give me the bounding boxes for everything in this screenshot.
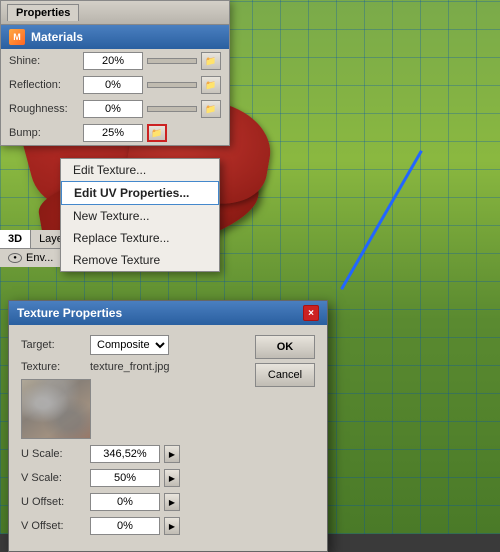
new-texture-item[interactable]: New Texture... (61, 205, 219, 227)
bump-row: Bump: 📁 (1, 121, 229, 145)
replace-texture-item[interactable]: Replace Texture... (61, 227, 219, 249)
edit-texture-item[interactable]: Edit Texture... (61, 159, 219, 181)
roughness-slider[interactable] (147, 106, 197, 112)
ok-button[interactable]: OK (255, 335, 315, 359)
texture-row: Texture: texture_front.jpg (21, 361, 245, 373)
vscale-label: V Scale: (21, 472, 86, 484)
target-label: Target: (21, 339, 86, 351)
uscale-label: U Scale: (21, 448, 86, 460)
uoffset-arrow[interactable]: ▶ (164, 493, 180, 511)
shine-slider[interactable] (147, 58, 197, 64)
visibility-icon[interactable]: ● (8, 253, 22, 263)
voffset-label: V Offset: (21, 520, 86, 532)
shine-folder-btn[interactable]: 📁 (201, 52, 221, 70)
edit-uv-item[interactable]: Edit UV Properties... (61, 181, 219, 205)
target-select[interactable]: Composite (90, 335, 169, 355)
reflection-label: Reflection: (9, 79, 79, 91)
texture-preview (21, 379, 91, 439)
shine-label: Shine: (9, 55, 79, 67)
tab-3d[interactable]: 3D (0, 230, 31, 248)
texture-label: Texture: (21, 361, 86, 373)
bump-label: Bump: (9, 127, 79, 139)
roughness-label: Roughness: (9, 103, 79, 115)
dialog-body: Target: Composite Texture: texture_front… (9, 325, 327, 551)
dialog-buttons: OK Cancel (255, 335, 315, 541)
materials-icon: M (9, 29, 25, 45)
panel-header: Properties (1, 1, 229, 25)
uscale-row: U Scale: ▶ (21, 445, 245, 463)
materials-header: M Materials (1, 25, 229, 49)
env-label: Env... (26, 252, 53, 264)
reflection-slider[interactable] (147, 82, 197, 88)
reflection-row: Reflection: 📁 (1, 73, 229, 97)
uoffset-row: U Offset: ▶ (21, 493, 245, 511)
dialog-title: Texture Properties (17, 306, 122, 320)
roughness-row: Roughness: 📁 (1, 97, 229, 121)
axis-line (340, 150, 423, 290)
shine-row: Shine: 📁 (1, 49, 229, 73)
properties-panel: Properties M Materials Shine: 📁 Reflecti… (0, 0, 230, 146)
properties-tab[interactable]: Properties (7, 4, 79, 21)
vscale-input[interactable] (90, 469, 160, 487)
reflection-folder-btn[interactable]: 📁 (201, 76, 221, 94)
materials-label: Materials (31, 30, 83, 44)
voffset-row: V Offset: ▶ (21, 517, 245, 535)
remove-texture-item[interactable]: Remove Texture (61, 249, 219, 271)
uscale-arrow[interactable]: ▶ (164, 445, 180, 463)
dialog-close-button[interactable]: × (303, 305, 319, 321)
voffset-arrow[interactable]: ▶ (164, 517, 180, 535)
vscale-arrow[interactable]: ▶ (164, 469, 180, 487)
uscale-input[interactable] (90, 445, 160, 463)
texture-properties-dialog: Texture Properties × Target: Composite T… (8, 300, 328, 552)
roughness-folder-btn[interactable]: 📁 (201, 100, 221, 118)
bump-folder-btn[interactable]: 📁 (147, 124, 167, 142)
voffset-input[interactable] (90, 517, 160, 535)
dialog-form: Target: Composite Texture: texture_front… (21, 335, 245, 541)
roughness-input[interactable] (83, 100, 143, 118)
context-menu: Edit Texture... Edit UV Properties... Ne… (60, 158, 220, 272)
texture-preview-image (22, 380, 90, 438)
cancel-button[interactable]: Cancel (255, 363, 315, 387)
dialog-titlebar: Texture Properties × (9, 301, 327, 325)
texture-value: texture_front.jpg (90, 361, 170, 373)
reflection-input[interactable] (83, 76, 143, 94)
target-row: Target: Composite (21, 335, 245, 355)
uoffset-label: U Offset: (21, 496, 86, 508)
shine-input[interactable] (83, 52, 143, 70)
vscale-row: V Scale: ▶ (21, 469, 245, 487)
uoffset-input[interactable] (90, 493, 160, 511)
bump-input[interactable] (83, 124, 143, 142)
